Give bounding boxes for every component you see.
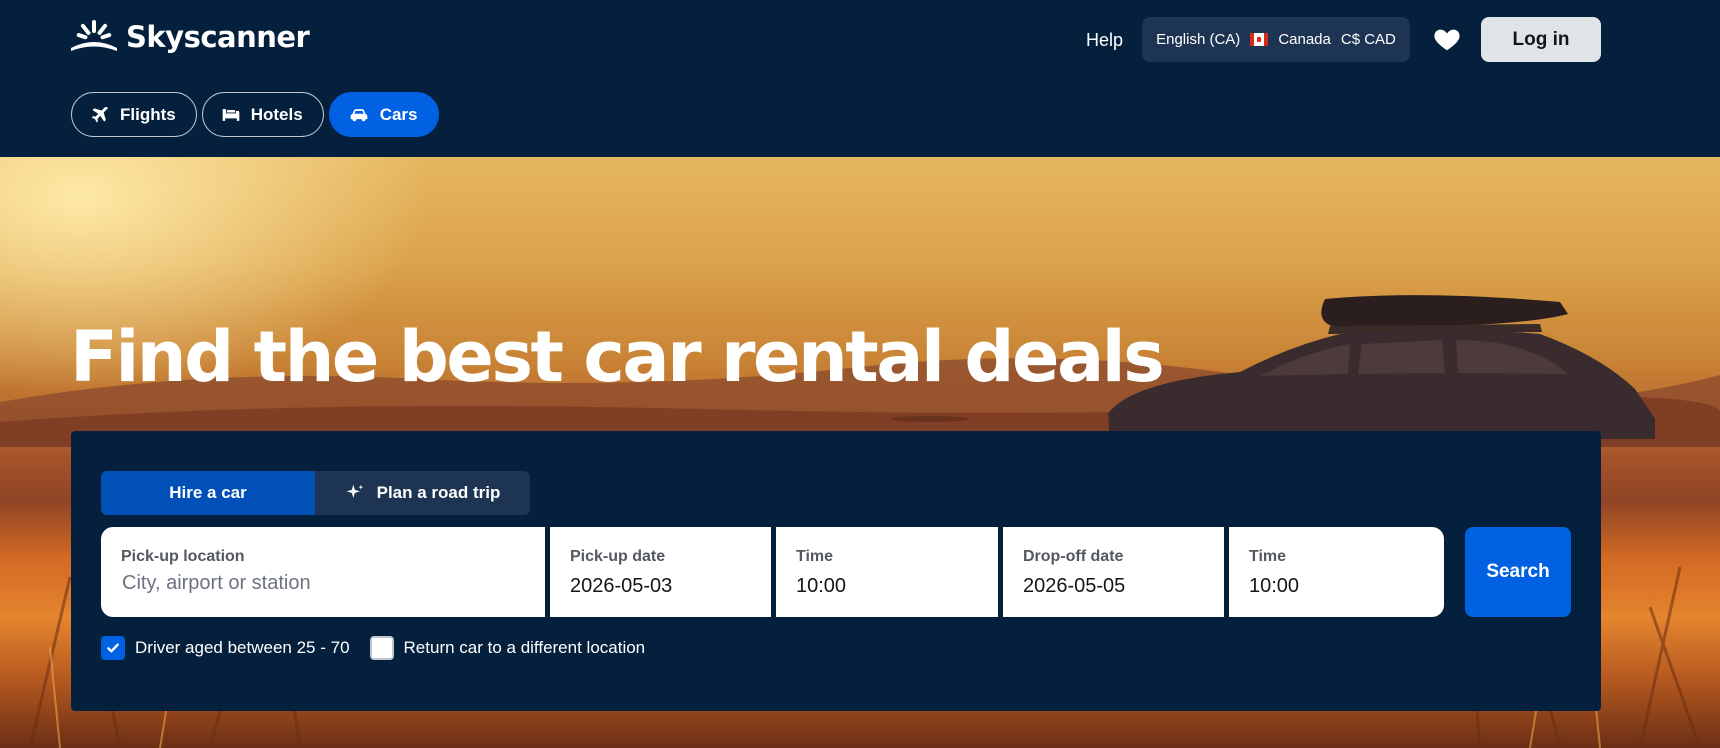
dropoff-time-field[interactable]: Time 10:00 [1229, 527, 1444, 617]
driver-age-label: Driver aged between 25 - 70 [135, 638, 350, 657]
pickup-location-input[interactable] [122, 572, 502, 595]
checkbox-unchecked-icon[interactable] [369, 636, 394, 660]
locale-selector[interactable]: English (CA) Canada C$ CAD [1142, 17, 1410, 62]
different-return-label: Return car to a different location [403, 638, 646, 657]
plane-icon [91, 106, 108, 122]
tab-cars-label: Cars [379, 104, 418, 124]
driver-age-checkbox[interactable]: Driver aged between 25 - 70 [101, 636, 350, 660]
dropoff-date-field[interactable]: Drop-off date 2026-05-05 [1003, 527, 1224, 617]
canada-flag-icon [1250, 33, 1269, 46]
pickup-time-value: 10:00 [796, 575, 847, 597]
car-silhouette [1108, 295, 1655, 439]
hero-headline: Find the best car rental deals [70, 316, 1165, 398]
tab-flights-label: Flights [120, 104, 176, 124]
car-icon [350, 108, 368, 121]
tab-hotels-label: Hotels [250, 104, 303, 124]
search-panel: Hire a car Plan a road trip Pick-up loca… [71, 431, 1601, 711]
pickup-date-value: 2026-05-03 [570, 575, 673, 597]
skyscanner-logo[interactable]: Skyscanner [70, 20, 310, 54]
login-button[interactable]: Log in [1481, 17, 1601, 62]
pickup-location-field[interactable]: Pick-up location [101, 527, 545, 617]
search-mode-tabs: Hire a car Plan a road trip [101, 471, 530, 515]
tab-flights[interactable]: Flights [71, 92, 197, 137]
heart-icon [1434, 29, 1460, 51]
tab-cars[interactable]: Cars [328, 92, 439, 137]
favorites-heart-button[interactable] [1432, 24, 1462, 54]
sparkle-icon [346, 484, 363, 498]
checkbox-checked-icon[interactable] [101, 636, 125, 660]
sunrise-logo-icon [71, 20, 117, 51]
dropoff-time-value: 10:00 [1249, 575, 1300, 597]
dropoff-date-value: 2026-05-05 [1023, 575, 1126, 597]
different-return-checkbox[interactable]: Return car to a different location [369, 636, 646, 660]
pickup-time-field[interactable]: Time 10:00 [776, 527, 998, 617]
dropoff-date-label: Drop-off date [1023, 548, 1124, 565]
help-link[interactable]: Help [1086, 30, 1123, 51]
currency-label: C$ CAD [1340, 31, 1396, 48]
bed-icon [222, 108, 240, 121]
tab-plan-road-trip-label: Plan a road trip [376, 483, 501, 502]
language-label: English (CA) [1156, 31, 1241, 48]
site-header: Skyscanner Help English (CA) Canada C$ C… [0, 0, 1720, 157]
pickup-location-label: Pick-up location [121, 548, 245, 565]
search-fields: Pick-up location Pick-up date 2026-05-03… [101, 527, 1444, 617]
tab-hotels[interactable]: Hotels [201, 92, 324, 137]
tab-plan-road-trip[interactable]: Plan a road trip [315, 471, 530, 515]
product-tabs: Flights Hotels Cars [71, 92, 439, 137]
country-label: Canada [1278, 31, 1331, 48]
pickup-date-field[interactable]: Pick-up date 2026-05-03 [550, 527, 771, 617]
dropoff-time-label: Time [1249, 548, 1287, 565]
tab-hire-a-car[interactable]: Hire a car [101, 471, 315, 515]
tab-hire-a-car-label: Hire a car [169, 483, 247, 502]
brand-name: Skyscanner [126, 20, 310, 54]
search-options: Driver aged between 25 - 70 Return car t… [101, 636, 645, 660]
pickup-time-label: Time [796, 548, 834, 565]
search-button[interactable]: Search [1465, 527, 1571, 617]
pickup-date-label: Pick-up date [570, 548, 666, 565]
